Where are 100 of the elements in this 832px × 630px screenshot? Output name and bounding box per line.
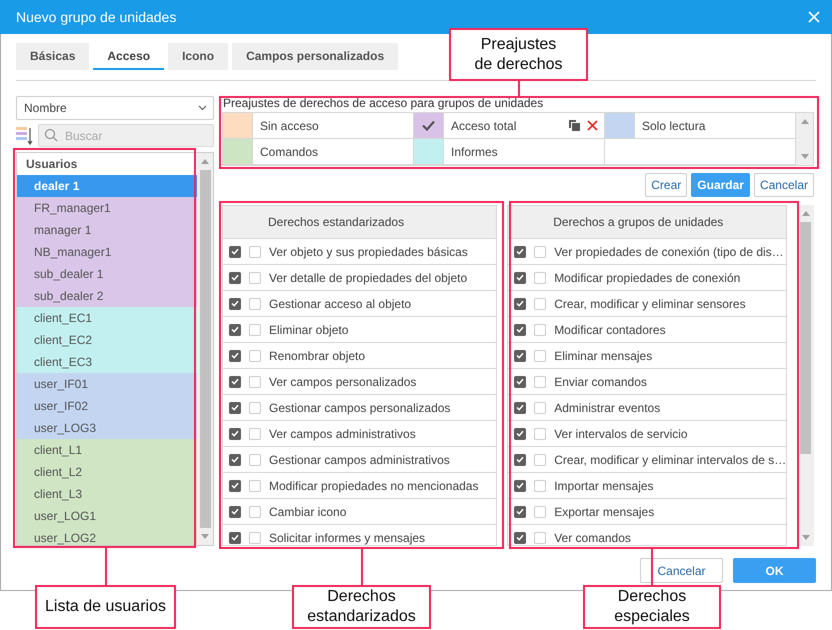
preset-name[interactable]: Comandos — [260, 144, 318, 158]
sort-icon[interactable] — [16, 126, 33, 146]
checkbox[interactable] — [229, 480, 241, 492]
user-item[interactable]: client_EC3 — [17, 351, 197, 373]
checkbox[interactable] — [229, 350, 241, 362]
right-label: Gestionar campos administrativos — [269, 452, 450, 466]
scroll-up-icon[interactable] — [802, 211, 810, 216]
checkbox[interactable] — [229, 376, 241, 388]
search-field[interactable]: Buscar — [38, 124, 214, 147]
search-icon — [44, 128, 58, 142]
sort-dropdown[interactable]: Nombre — [16, 96, 214, 120]
user-item[interactable]: FR_manager1 — [17, 197, 197, 219]
user-item[interactable]: user_LOG1 — [17, 505, 197, 527]
button[interactable]: Crear — [645, 173, 688, 197]
user-item[interactable]: client_EC1 — [17, 307, 197, 329]
right-label: Modificar propiedades no mencionadas — [269, 478, 478, 492]
scrollbar[interactable] — [796, 113, 813, 165]
right-label: Solicitar informes y mensajes — [269, 530, 426, 544]
right-label: Ver detalle de propiedades del objeto — [269, 270, 468, 284]
user-item[interactable]: client_L1 — [17, 439, 197, 461]
callout-label: Lista de usuarios — [35, 585, 176, 629]
right-label: Eliminar objeto — [269, 322, 348, 336]
preset-name[interactable]: Acceso total — [451, 118, 516, 132]
right-label: Ver objeto y sus propiedades básicas — [269, 244, 468, 258]
button[interactable]: Cancelar — [754, 173, 814, 197]
user-item[interactable]: client_L2 — [17, 461, 197, 483]
callout-label: Preajustes de derechos — [449, 28, 588, 81]
user-item[interactable]: manager 1 — [17, 219, 197, 241]
list-header: Usuarios — [25, 156, 78, 173]
user-item[interactable]: NB_manager1 — [17, 241, 197, 263]
dropdown-value: Nombre — [24, 101, 67, 115]
user-item[interactable]: sub_dealer 1 — [17, 263, 197, 285]
checkbox[interactable] — [514, 324, 526, 336]
checkbox[interactable] — [229, 532, 241, 544]
leader-line — [361, 548, 363, 585]
user-item[interactable]: user_LOG2 — [17, 527, 197, 545]
scroll-down-icon[interactable] — [201, 534, 209, 539]
checkbox[interactable] — [229, 324, 241, 336]
right-label: Ver intervalos de servicio — [554, 426, 688, 440]
checkbox[interactable] — [229, 272, 241, 284]
user-item[interactable]: user_LOG3 — [17, 417, 197, 439]
user-item[interactable]: dealer 1 — [17, 175, 197, 197]
right-label: Gestionar campos personalizados — [269, 400, 450, 414]
tab[interactable]: Campos personalizados — [232, 43, 398, 70]
checkbox[interactable] — [514, 272, 526, 284]
checkbox[interactable] — [514, 480, 526, 492]
checkbox[interactable] — [514, 376, 526, 388]
tab[interactable]: Icono — [168, 43, 228, 70]
preset-name[interactable]: Solo lectura — [642, 118, 706, 132]
scroll-up-icon[interactable] — [800, 119, 808, 124]
checkbox[interactable] — [229, 506, 241, 518]
preset-name[interactable]: Sin acceso — [260, 118, 319, 132]
scroll-down-icon[interactable] — [800, 154, 808, 159]
user-item[interactable]: client_EC2 — [17, 329, 197, 351]
checkbox[interactable] — [514, 506, 526, 518]
chevron-down-icon — [198, 105, 207, 111]
copy-icon[interactable] — [569, 120, 580, 131]
checkbox[interactable] — [514, 532, 526, 544]
button[interactable]: Cancelar — [640, 558, 723, 583]
preset-name[interactable]: Informes — [451, 144, 498, 158]
right-label: Ver propiedades de conexión (tipo de dis… — [554, 244, 784, 258]
checkbox[interactable] — [514, 402, 526, 414]
checkbox[interactable] — [514, 428, 526, 440]
callout-label: Derechos estandarizados — [292, 585, 431, 629]
column-header: Derechos estandarizados — [223, 206, 496, 239]
section-title: Preajustes de derechos de acceso para grupos de unidades — [222, 96, 544, 112]
right-label: Gestionar acceso al objeto — [269, 296, 412, 310]
button[interactable]: OK — [733, 558, 816, 583]
checkbox[interactable] — [229, 402, 241, 414]
user-item[interactable]: user_IF02 — [17, 395, 197, 417]
checkbox[interactable] — [229, 298, 241, 310]
leader-line — [518, 80, 520, 96]
checkbox[interactable] — [229, 454, 241, 466]
tab[interactable]: Básicas — [16, 43, 90, 70]
right-label: Administrar eventos — [554, 400, 660, 414]
checkbox[interactable] — [514, 454, 526, 466]
checkbox[interactable] — [514, 350, 526, 362]
right-label: Ver comandos — [554, 530, 631, 544]
right-label: Eliminar mensajes — [554, 348, 652, 362]
close-icon[interactable] — [808, 11, 820, 23]
right-label: Ver campos personalizados — [269, 374, 416, 388]
checkbox[interactable] — [514, 298, 526, 310]
scroll-up-icon[interactable] — [201, 159, 209, 164]
right-label: Cambiar icono — [269, 504, 346, 518]
right-label: Renombrar objeto — [269, 348, 366, 362]
button[interactable]: Guardar — [691, 173, 750, 197]
checkbox[interactable] — [229, 428, 241, 440]
checkbox[interactable] — [514, 246, 526, 258]
scrollbar[interactable] — [197, 153, 213, 545]
right-label: Modificar contadores — [554, 322, 666, 336]
leader-line — [105, 548, 107, 585]
user-item[interactable]: user_IF01 — [17, 373, 197, 395]
right-label: Modificar propiedades de conexión — [554, 270, 740, 284]
user-item[interactable]: sub_dealer 2 — [17, 285, 197, 307]
scroll-down-icon[interactable] — [802, 535, 810, 540]
window-title: Nuevo grupo de unidades — [16, 9, 176, 25]
callout-label: Derechos especiales — [583, 585, 721, 629]
user-item[interactable]: client_L3 — [17, 483, 197, 505]
checkbox[interactable] — [229, 246, 241, 258]
delete-icon[interactable] — [587, 120, 598, 131]
